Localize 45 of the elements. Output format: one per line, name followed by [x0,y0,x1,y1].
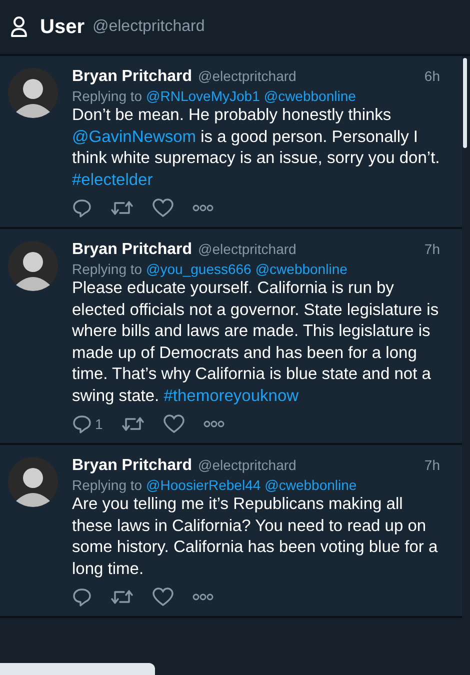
author-handle: @electpritchard [198,457,296,473]
mention-link[interactable]: @RNLoveMyJob1 [146,88,260,104]
author-handle: @electpritchard [198,241,296,257]
author-name[interactable]: Bryan Pritchard [72,241,192,259]
avatar [8,68,58,118]
more-button[interactable] [192,204,214,212]
replying-label: Replying to [72,477,142,493]
retweet-button[interactable] [110,198,134,218]
like-button[interactable] [152,587,174,607]
avatar [8,241,58,291]
hashtag-link[interactable]: #electelder [72,170,153,188]
tweet-time[interactable]: 7h [424,241,440,257]
more-button[interactable] [202,420,225,428]
mention-link[interactable]: @cwebbonline [264,477,357,493]
avatar [8,457,58,507]
mention-link[interactable]: @HoosierRebel44 [146,477,261,493]
tweet-text: Don’t be mean. He probably honestly thinks @GavinNewsom is a good person. Personally I think white supremacy is an issue, sorry you don’t. #electelder [72,105,440,190]
author-name[interactable]: Bryan Pritchard [72,68,192,86]
replying-label: Replying to [72,261,142,277]
tweet-time[interactable]: 7h [424,457,440,473]
tweet-card[interactable] [0,56,462,229]
retweet-button[interactable] [110,587,134,607]
mention-link[interactable]: @you_guess666 [146,261,252,277]
user-handle: @electpritchard [92,18,205,36]
more-button[interactable] [192,593,214,601]
replying-label: Replying to [72,88,142,104]
like-button[interactable] [152,198,174,218]
author-name[interactable]: Bryan Pritchard [72,457,192,475]
scrollbar[interactable] [463,58,467,148]
author-handle: @electpritchard [198,68,296,84]
reply-button[interactable] [72,198,92,218]
tweet-card[interactable] [0,445,462,618]
tweet-text: Please educate yourself. California is run by elected officials not a governor. State legislature is where bills and laws are made. This legislature is made up of Democrats and has been for a long time. That’s why California is blue state and not a swing state. #themoreyouknow [72,278,440,406]
retweet-button[interactable] [120,414,145,434]
tweet-card[interactable] [0,229,462,445]
mention-link[interactable]: @cwebbonline [255,261,348,277]
hashtag-link[interactable]: #themoreyouknow [164,386,299,404]
tweet-text: Are you telling me it’s Republicans making all these laws in California? You need to read up on some history. California has been voting blue for a long time. [72,494,439,580]
like-button[interactable] [162,414,185,434]
page-title: User [40,16,84,38]
tweet-time[interactable]: 6h [424,68,440,84]
user-icon [10,16,28,38]
reply-button[interactable] [72,587,92,607]
mention-link[interactable]: @cwebbonline [264,88,356,104]
mention-link[interactable]: @GavinNewsom [72,128,196,146]
